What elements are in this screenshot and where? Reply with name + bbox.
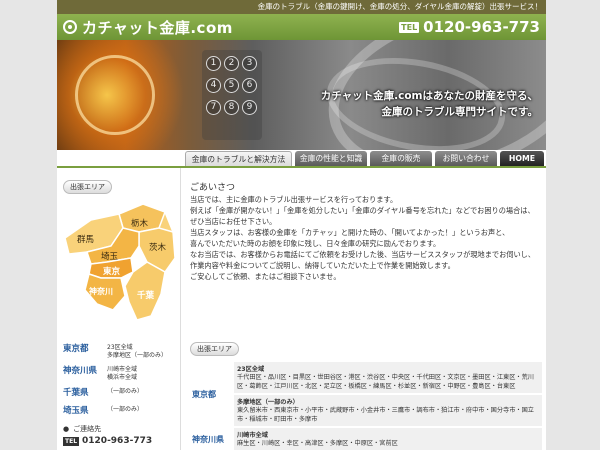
table-row: 神奈川県 川崎市全域 麻生区・川崎区・幸区・高津区・多摩区・中原区・宮前区 — [190, 428, 542, 450]
hero-copy-line: カチャット金庫.comはあなたの財産を守る、 — [320, 90, 538, 102]
keypad-key: 2 — [224, 56, 239, 71]
map-label-saitama: 埼玉 — [101, 251, 119, 262]
area-table-name: 神奈川県 — [192, 434, 224, 444]
area-block-list: 麻生区・川崎区・幸区・高津区・多摩区・中原区・宮前区 — [237, 440, 398, 447]
bullet-icon: ● — [63, 425, 70, 433]
area-block-title: 川崎市全域 — [237, 432, 268, 439]
header-tagline: 金庫のトラブル（金庫の鍵開け、金庫の処分、ダイヤル金庫の解錠）出張サービス！ — [57, 0, 546, 14]
contact-phone-number: 0120-963-773 — [82, 436, 153, 446]
sidebar-area-row[interactable]: 神奈川県 川崎市全域 横浜市全域 — [63, 366, 179, 381]
map-label-kanagawa: 神奈川 — [89, 286, 113, 296]
table-row: 多摩地区（一部のみ） 東久留米市・西東京市・小平市・武蔵野市・小金井市・三鷹市・… — [190, 395, 542, 426]
sidebar: 出張エリア 栃木 群馬 茨木 埼玉 東京 神奈川 千葉 東京都 23区全域 多摩… — [57, 168, 181, 450]
main-nav: 金庫のトラブルと解決方法 金庫の性能と知識 金庫の販売 お問い合わせ HOME — [57, 150, 546, 168]
area-block-title: 多摩地区（一部のみ） — [237, 399, 299, 406]
greeting-line: 喜んでいただいた時のお顔を印象に残し、日々金庫の研究に励んでおります。 — [190, 239, 441, 248]
keypad-key: 5 — [224, 78, 239, 93]
greeting-line: 当店スタッフは、お客様の金庫を「カチャッ」と開けた時の、「開いてよかった！」とい… — [190, 228, 510, 237]
service-area-map: 栃木 群馬 茨木 埼玉 東京 神奈川 千葉 — [63, 203, 176, 321]
map-label-ibaraki: 茨木 — [149, 242, 167, 253]
area-name: 埼玉県 — [63, 406, 89, 416]
area-detail-line: 23区全域 — [107, 344, 133, 351]
area-table-name: 東京都 — [192, 389, 216, 399]
sidebar-area-row[interactable]: 千葉県 （一部のみ） — [63, 388, 179, 399]
greeting-line: 当店では、主に金庫のトラブル出張サービスを行っております。 — [190, 195, 398, 204]
main-content: ごあいさつ 当店では、主に金庫のトラブル出張サービスを行っております。 例えば「… — [186, 168, 546, 450]
contact-phone[interactable]: TEL 0120-963-773 — [63, 436, 152, 446]
keypad-key: 9 — [242, 100, 257, 115]
area-table-cell: 23区全域 千代田区・品川区・目黒区・世田谷区・港区・渋谷区・中央区・千代田区・… — [234, 362, 542, 393]
page: 金庫のトラブル（金庫の鍵開け、金庫の処分、ダイヤル金庫の解錠）出張サービス！ カ… — [57, 0, 546, 450]
hero-copy-line: 金庫のトラブル専門サイトです。 — [381, 106, 538, 118]
main-area-badge: 出張エリア — [190, 342, 239, 356]
sidebar-area-row[interactable]: 東京都 23区全域 多摩地区（一部のみ） — [63, 344, 179, 359]
header-bar: カチャット金庫.com TEL 0120-963-773 — [57, 14, 546, 40]
keypad-key: 8 — [224, 100, 239, 115]
area-detail-line: 川崎市全域 — [107, 366, 138, 373]
area-table-cell: 川崎市全域 麻生区・川崎区・幸区・高津区・多摩区・中原区・宮前区 — [234, 428, 542, 450]
keypad-image: 1 2 3 4 5 6 7 8 9 — [202, 50, 262, 140]
sidebar-area-row[interactable]: 埼玉県 （一部のみ） — [63, 406, 179, 417]
area-name: 東京都 — [63, 344, 89, 354]
tel-label: TEL — [399, 21, 420, 33]
keypad-key: 4 — [206, 78, 221, 93]
nav-performance[interactable]: 金庫の性能と知識 — [295, 151, 367, 166]
keypad-key: 1 — [206, 56, 221, 71]
area-name: 神奈川県 — [63, 366, 98, 376]
area-table: 東京都 23区全域 千代田区・品川区・目黒区・世田谷区・港区・渋谷区・中央区・千… — [190, 360, 542, 450]
area-name: 千葉県 — [63, 388, 89, 398]
site-logo[interactable]: カチャット金庫.com — [63, 17, 233, 37]
phone-number: 0120-963-773 — [423, 18, 540, 36]
nav-contact[interactable]: お問い合わせ — [435, 151, 497, 166]
contact-label-text: ご連絡先 — [73, 425, 102, 433]
area-detail-line: （一部のみ） — [107, 388, 144, 395]
area-block-list: 東久留米市・西東京市・小平市・武蔵野市・小金井市・三鷹市・調布市・狛江市・府中市… — [237, 407, 534, 423]
greeting-line: 例えば「金庫が開かない！」「金庫を処分したい」「金庫のダイヤル番号を忘れた」など… — [190, 206, 535, 215]
area-table-cell: 多摩地区（一部のみ） 東久留米市・西東京市・小平市・武蔵野市・小金井市・三鷹市・… — [234, 395, 542, 426]
area-detail: 23区全域 多摩地区（一部のみ） — [107, 344, 167, 359]
contact-label: ● ご連絡先 — [63, 424, 101, 434]
area-detail: （一部のみ） — [107, 406, 143, 414]
area-detail: （一部のみ） — [107, 388, 143, 396]
tel-label: TEL — [63, 436, 80, 446]
header-phone[interactable]: TEL 0120-963-773 — [399, 17, 540, 37]
greeting-line: ぜひ当店にお任せ下さい。 — [190, 217, 277, 226]
map-label-chiba: 千葉 — [137, 290, 155, 301]
area-block-list: 千代田区・品川区・目黒区・世田谷区・港区・渋谷区・中央区・千代田区・文京区・墨田… — [237, 374, 534, 390]
nav-trouble[interactable]: 金庫のトラブルと解決方法 — [185, 151, 292, 166]
nav-home[interactable]: HOME — [500, 151, 544, 166]
safe-dial-icon — [63, 20, 77, 34]
logo-text: カチャット金庫.com — [82, 18, 233, 37]
area-detail-line: 多摩地区（一部のみ） — [107, 351, 168, 359]
hero-banner: 1 2 3 4 5 6 7 8 9 カチャット金庫.comはあなたの財産を守る、… — [57, 40, 546, 150]
map-label-tochigi: 栃木 — [131, 218, 149, 229]
area-detail-line: （一部のみ） — [107, 406, 144, 413]
hero-copy: カチャット金庫.comはあなたの財産を守る、 金庫のトラブル専門サイトです。 — [321, 88, 538, 120]
keypad-key: 3 — [242, 56, 257, 71]
safe-dial-image — [75, 55, 155, 135]
nav-sales[interactable]: 金庫の販売 — [370, 151, 432, 166]
keypad-key: 7 — [206, 100, 221, 115]
sidebar-area-badge: 出張エリア — [63, 180, 112, 194]
greeting-body: 当店では、主に金庫のトラブル出張サービスを行っております。 例えば「金庫が開かな… — [190, 194, 542, 282]
table-row: 東京都 23区全域 千代田区・品川区・目黒区・世田谷区・港区・渋谷区・中央区・千… — [190, 362, 542, 399]
map-label-tokyo: 東京 — [103, 266, 121, 277]
map-label-gunma: 群馬 — [77, 234, 94, 245]
sidebar-area-list: 東京都 23区全域 多摩地区（一部のみ） 神奈川県 川崎市全域 横浜市全域 千葉… — [63, 344, 179, 424]
greeting-line: なお当店では、お客様からお電話にてご依頼をお受けした後、当店サービススタッフが現… — [190, 250, 536, 259]
greeting-line: 作業内容や料金についてご説明し、納得していただいた上で作業を開始致します。 — [190, 261, 455, 270]
greeting-line: ご安心してご依頼、またはご相談下さいませ。 — [190, 272, 341, 281]
keypad-key: 6 — [242, 78, 257, 93]
area-block-title: 23区全域 — [237, 366, 265, 373]
area-detail-line: 横浜市全域 — [107, 373, 138, 381]
area-detail: 川崎市全域 横浜市全域 — [107, 366, 137, 381]
greeting-title: ごあいさつ — [190, 183, 236, 193]
